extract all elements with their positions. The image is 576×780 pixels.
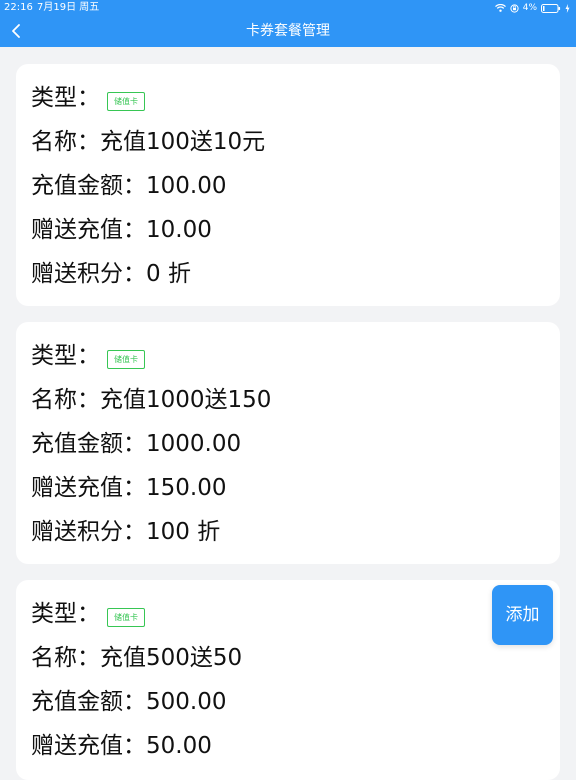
add-button[interactable]: 添加 (492, 585, 553, 645)
app-header: 22:16 7月19日 周五 4% 卡券套餐管理 (0, 0, 576, 47)
package-type-tag: 储值卡 (107, 92, 145, 111)
status-time: 22:16 (4, 2, 33, 13)
package-type-label: 类型： (31, 343, 100, 369)
package-type-tag: 储值卡 (107, 608, 145, 627)
status-date: 7月19日 周五 (37, 2, 100, 13)
package-name: 名称：充值100送10元 (31, 129, 266, 155)
package-amount: 充值金额：1000.00 (31, 431, 242, 457)
package-points: 赠送积分：0 折 (31, 261, 191, 287)
package-bonus: 赠送充值：10.00 (31, 217, 212, 243)
package-card[interactable]: 类型： 储值卡 名称：充值100送10元 充值金额：100.00 赠送充值：10… (16, 64, 560, 306)
package-name: 名称：充值500送50 (31, 645, 243, 671)
charging-bolt-icon (565, 3, 570, 13)
rotation-lock-icon (510, 3, 519, 13)
package-bonus: 赠送充值：150.00 (31, 475, 227, 501)
package-type-label: 类型： (31, 85, 100, 111)
page-title: 卡券套餐管理 (246, 23, 330, 39)
package-card[interactable]: 类型： 储值卡 名称：充值500送50 充值金额：500.00 赠送充值：50.… (16, 580, 560, 780)
wifi-icon (494, 4, 506, 12)
package-bonus: 赠送充值：50.00 (31, 733, 212, 759)
package-name: 名称：充值1000送150 (31, 387, 272, 413)
package-amount: 充值金额：500.00 (31, 689, 227, 715)
package-type-tag: 储值卡 (107, 350, 145, 369)
package-card[interactable]: 类型： 储值卡 名称：充值1000送150 充值金额：1000.00 赠送充值：… (16, 322, 560, 564)
battery-percentage: 4% (522, 3, 537, 13)
package-points: 赠送积分：100 折 (31, 519, 221, 545)
navigation-bar: 卡券套餐管理 (0, 16, 576, 47)
package-type-label: 类型： (31, 601, 100, 627)
package-amount: 充值金额：100.00 (31, 173, 227, 199)
battery-icon (541, 3, 561, 13)
status-indicators: 4% (494, 0, 570, 16)
status-bar: 22:16 7月19日 周五 4% (0, 0, 576, 16)
